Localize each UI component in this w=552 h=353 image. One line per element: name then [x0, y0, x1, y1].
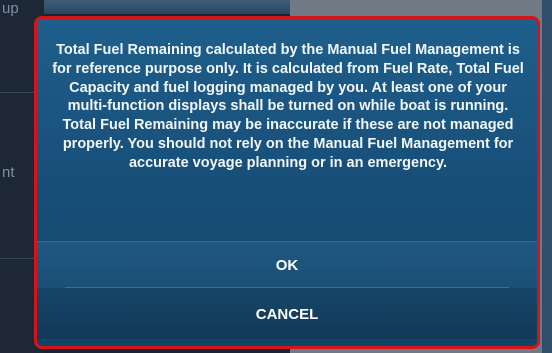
- right-edge-bar: [542, 0, 552, 353]
- sidebar-item-partial[interactable]: up: [0, 0, 44, 17]
- dialog-message: Total Fuel Remaining calculated by the M…: [52, 42, 524, 171]
- cancel-button[interactable]: CANCEL: [37, 289, 537, 339]
- ok-button[interactable]: OK: [37, 241, 537, 288]
- fuel-disclaimer-dialog: Total Fuel Remaining calculated by the M…: [34, 16, 540, 349]
- button-divider: [65, 287, 509, 288]
